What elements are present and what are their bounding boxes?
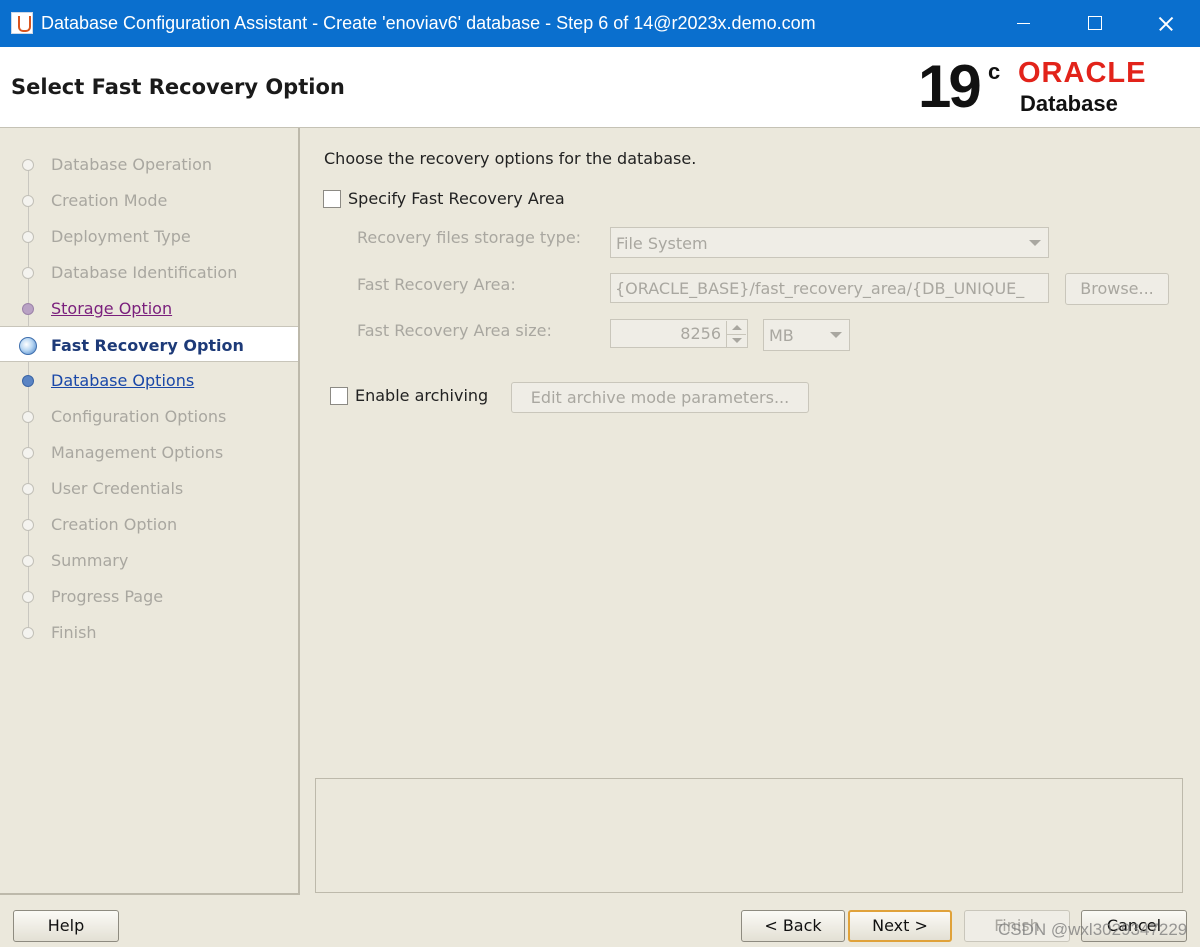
step-dot-icon — [22, 267, 34, 279]
step-label: Management Options — [51, 443, 224, 462]
step-label: Database Identification — [51, 263, 238, 282]
enable-archiving-checkbox[interactable] — [330, 387, 348, 405]
java-app-icon — [11, 12, 33, 34]
step-item: Management Options — [0, 434, 298, 470]
message-area — [315, 778, 1183, 893]
step-item: Fast Recovery Option — [0, 326, 298, 362]
logo-brand: ORACLE — [1018, 57, 1147, 89]
step-label: Creation Option — [51, 515, 178, 534]
step-dot-icon — [22, 303, 34, 315]
close-button[interactable] — [1130, 0, 1200, 47]
intro-text: Choose the recovery options for the data… — [324, 149, 697, 168]
chevron-down-icon — [830, 332, 842, 338]
logo-superscript: c — [988, 59, 1001, 84]
step-label: Summary — [51, 551, 129, 570]
specify-fra-checkbox[interactable] — [323, 190, 341, 208]
fra-size-unit-value: MB — [769, 326, 794, 345]
step-dot-icon — [22, 555, 34, 567]
step-dot-icon — [22, 231, 34, 243]
step-label: Finish — [51, 623, 97, 642]
step-label: Database Options — [51, 371, 195, 390]
step-item: Summary — [0, 542, 298, 578]
maximize-button[interactable] — [1059, 0, 1129, 47]
window-title: Database Configuration Assistant - Creat… — [41, 13, 816, 33]
step-dot-icon — [22, 195, 34, 207]
page-title: Select Fast Recovery Option — [11, 75, 345, 99]
step-item[interactable]: Database Options — [0, 362, 298, 398]
step-dot-icon — [22, 483, 34, 495]
back-button[interactable]: < Back — [741, 910, 845, 942]
step-item: User Credentials — [0, 470, 298, 506]
step-item: Creation Option — [0, 506, 298, 542]
step-dot-icon — [22, 591, 34, 603]
window-titlebar: Database Configuration Assistant - Creat… — [0, 0, 1200, 47]
fra-size-spinner[interactable]: 8256 — [610, 319, 748, 348]
page-header: Select Fast Recovery Option 19 c ORACLE … — [0, 47, 1200, 128]
step-item: Creation Mode — [0, 182, 298, 218]
steps-sidebar: Database Operation Creation Mode Deploymen… — [0, 128, 300, 895]
enable-archiving-label: Enable archiving — [355, 386, 489, 405]
storage-type-select[interactable]: File System — [610, 227, 1049, 258]
step-item: Database Identification — [0, 254, 298, 290]
step-label: Configuration Options — [51, 407, 227, 426]
storage-type-label: Recovery files storage type: — [357, 228, 582, 247]
watermark: CSDN @wxl3029347229 — [998, 920, 1188, 939]
minimize-button[interactable] — [988, 0, 1058, 47]
step-label: Storage Option — [51, 299, 173, 318]
main-content: Choose the recovery options for the data… — [300, 128, 1200, 895]
storage-type-value: File System — [616, 234, 708, 253]
step-label: Deployment Type — [51, 227, 191, 246]
step-item: Progress Page — [0, 578, 298, 614]
next-button[interactable]: Next > — [848, 910, 952, 942]
step-item[interactable]: Storage Option — [0, 290, 298, 326]
chevron-down-icon — [1029, 240, 1041, 246]
help-button[interactable]: Help — [13, 910, 119, 942]
step-dot-icon — [22, 159, 34, 171]
step-label: Fast Recovery Option — [51, 336, 244, 355]
step-item: Database Operation — [0, 146, 298, 182]
step-dot-icon — [22, 627, 34, 639]
specify-fra-label: Specify Fast Recovery Area — [348, 189, 565, 208]
fra-location-input[interactable]: {ORACLE_BASE}/fast_recovery_area/{DB_UNI… — [610, 273, 1049, 303]
step-dot-icon — [22, 519, 34, 531]
step-dot-icon — [22, 447, 34, 459]
spinner-up-icon[interactable] — [726, 321, 746, 334]
logo-product: Database — [1020, 91, 1118, 116]
step-item: Finish — [0, 614, 298, 650]
step-label: Database Operation — [51, 155, 213, 174]
step-item: Configuration Options — [0, 398, 298, 434]
fra-location-label: Fast Recovery Area: — [357, 275, 516, 294]
logo-version: 19 — [918, 53, 982, 120]
fra-size-unit-select[interactable]: MB — [763, 319, 850, 351]
browse-button[interactable]: Browse... — [1065, 273, 1169, 305]
step-item: Deployment Type — [0, 218, 298, 254]
step-label: Progress Page — [51, 587, 164, 606]
step-label: User Credentials — [51, 479, 184, 498]
step-label: Creation Mode — [51, 191, 168, 210]
spinner-down-icon[interactable] — [726, 334, 746, 347]
fra-size-value: 8256 — [680, 324, 721, 343]
step-dot-icon — [19, 337, 37, 355]
edit-archive-params-button[interactable]: Edit archive mode parameters... — [511, 382, 809, 413]
step-dot-icon — [22, 411, 34, 423]
step-dot-icon — [22, 375, 34, 387]
fra-size-label: Fast Recovery Area size: — [357, 321, 552, 340]
